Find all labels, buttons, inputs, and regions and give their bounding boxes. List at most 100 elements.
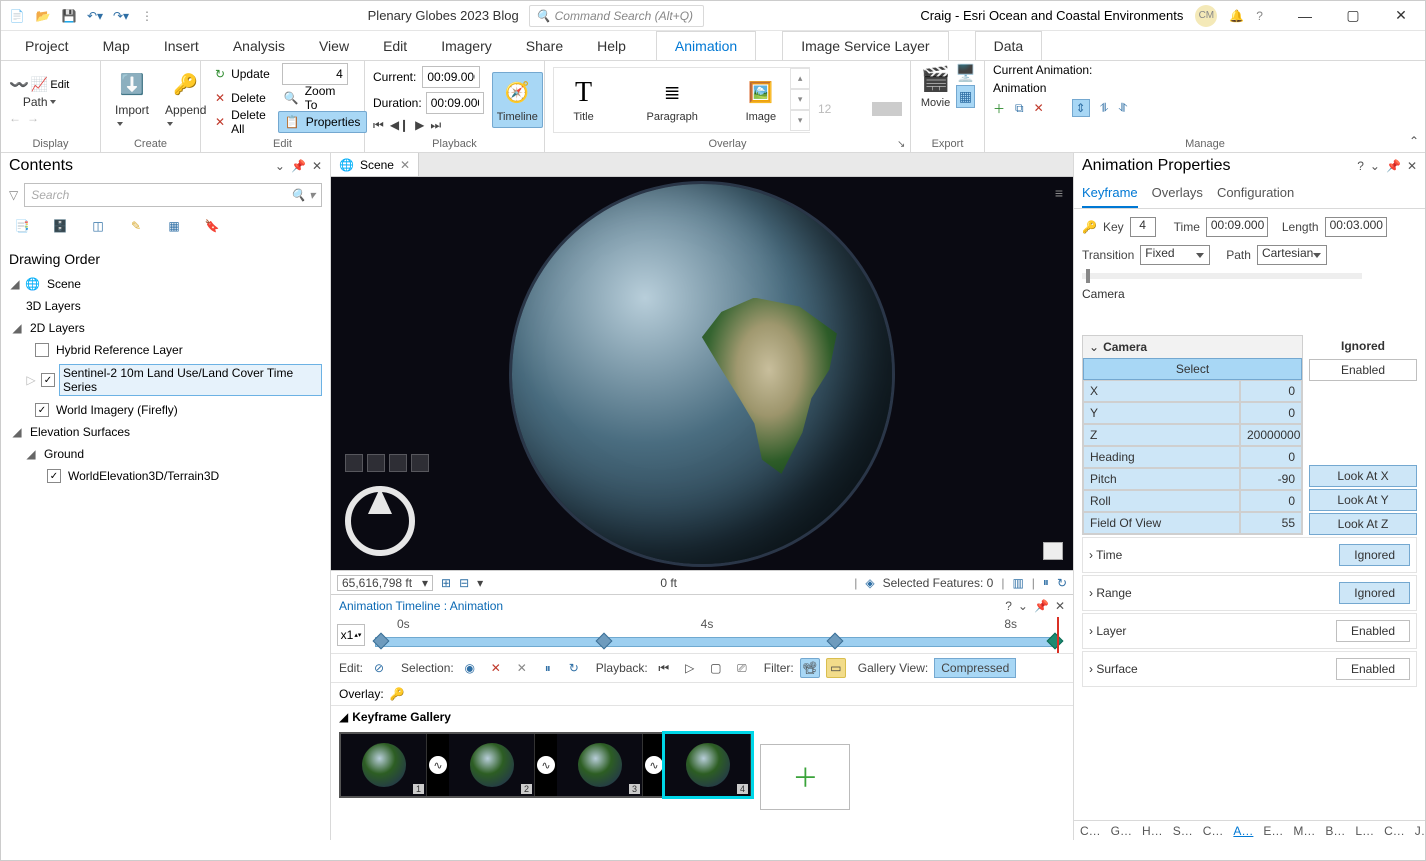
- scene-options-icon[interactable]: ≡: [1055, 185, 1063, 201]
- range-ignored-toggle[interactable]: Ignored: [1339, 582, 1410, 604]
- checkbox[interactable]: [35, 343, 49, 357]
- nav-btn-1[interactable]: [345, 454, 363, 472]
- add-keyframe-button[interactable]: ＋: [760, 744, 850, 810]
- tree-terrain[interactable]: ✓ WorldElevation3D/Terrain3D: [7, 465, 324, 487]
- tl-edit-icon[interactable]: ⊘: [369, 658, 389, 678]
- delete-button[interactable]: ✕ Delete: [209, 87, 272, 109]
- go-start-icon[interactable]: ⏮: [373, 118, 384, 133]
- tl-pin-icon[interactable]: 📌: [1034, 599, 1049, 613]
- pitch-value[interactable]: -90: [1240, 468, 1302, 490]
- path-select[interactable]: Cartesian: [1257, 245, 1327, 265]
- remove-animation-icon[interactable]: ✕: [1034, 101, 1044, 115]
- expander-icon[interactable]: ›: [1089, 662, 1093, 676]
- step-back-icon[interactable]: ◀❙: [390, 118, 409, 133]
- tree-world-imagery-layer[interactable]: ✓ World Imagery (Firefly): [7, 399, 324, 421]
- user-avatar[interactable]: CM: [1195, 5, 1217, 27]
- gallery-expand-icon[interactable]: ▾: [790, 110, 810, 131]
- tl-camera-icon[interactable]: ▢: [706, 658, 726, 678]
- key-value[interactable]: 4: [1130, 217, 1156, 237]
- x-value[interactable]: 0: [1240, 380, 1302, 402]
- minimize-button[interactable]: —: [1287, 4, 1323, 28]
- expander-icon[interactable]: ▷: [25, 373, 37, 387]
- time-ignored-toggle[interactable]: Ignored: [1339, 544, 1410, 566]
- nav-btn-4[interactable]: [411, 454, 429, 472]
- prev-arrow-icon[interactable]: ←: [9, 111, 21, 125]
- tl-filter-keyframes-icon[interactable]: 📽: [800, 658, 820, 678]
- tab-map[interactable]: Map: [99, 32, 134, 60]
- time-section[interactable]: › Time Ignored: [1082, 537, 1417, 573]
- playhead[interactable]: [1057, 617, 1059, 653]
- contents-search-input[interactable]: Search 🔍 ▾: [24, 183, 322, 207]
- tl-help-icon[interactable]: ?: [1005, 599, 1012, 613]
- camera-enabled-toggle[interactable]: Enabled: [1309, 359, 1417, 381]
- tl-filter-overlays-icon[interactable]: ▭: [826, 658, 846, 678]
- list-by-drawing-order-icon[interactable]: 📑: [11, 215, 33, 237]
- tree-2d-layers[interactable]: ◢ 2D Layers: [7, 317, 324, 339]
- y-value[interactable]: 0: [1240, 402, 1302, 424]
- lookat-y[interactable]: Look At Y: [1309, 489, 1417, 511]
- export-preset-2-icon[interactable]: ▦: [956, 85, 976, 108]
- dock-tab[interactable]: E…: [1261, 824, 1285, 838]
- nav-btn-3[interactable]: [389, 454, 407, 472]
- ap-pin-icon[interactable]: 📌: [1386, 159, 1401, 173]
- range-section[interactable]: › Range Ignored: [1082, 575, 1417, 611]
- lookat-z[interactable]: Look At Z: [1309, 513, 1417, 535]
- roll-value[interactable]: 0: [1240, 490, 1302, 512]
- movie-button[interactable]: 🎬 Movie: [920, 63, 952, 109]
- camera-select-button[interactable]: Select: [1083, 358, 1302, 380]
- checkbox[interactable]: ✓: [47, 469, 61, 483]
- ap-close-icon[interactable]: ✕: [1407, 159, 1417, 173]
- tab-configuration[interactable]: Configuration: [1217, 185, 1294, 208]
- overlay-title[interactable]: T Title: [562, 75, 606, 125]
- refresh-icon[interactable]: ↻: [1057, 576, 1067, 590]
- expander-icon[interactable]: ◢: [11, 425, 23, 439]
- timeline-track[interactable]: 0s 4s 8s: [367, 617, 1067, 653]
- transition-3[interactable]: ∿: [643, 734, 665, 796]
- tab-view[interactable]: View: [315, 32, 353, 60]
- tab-animation[interactable]: Animation: [656, 31, 756, 60]
- ribbon-collapse-icon[interactable]: ⌃: [1409, 134, 1419, 148]
- undo-icon[interactable]: ↶▾: [85, 6, 105, 26]
- maximize-button[interactable]: ▢: [1335, 4, 1371, 28]
- expander-icon[interactable]: ◢: [25, 447, 37, 461]
- open-project-icon[interactable]: 📂: [33, 6, 53, 26]
- dock-tab-active[interactable]: A…: [1231, 824, 1255, 838]
- dock-tab[interactable]: C…: [1078, 824, 1103, 838]
- duration-input[interactable]: [426, 92, 484, 114]
- path-icon-2[interactable]: 📈: [31, 76, 48, 93]
- keyframe-number-input[interactable]: [282, 63, 348, 85]
- expander-icon[interactable]: ◢: [9, 277, 21, 291]
- scene-tab[interactable]: 🌐 Scene ✕: [331, 153, 419, 176]
- transition-slider[interactable]: [1082, 273, 1362, 279]
- timeline-button[interactable]: 🧭 Timeline: [492, 72, 543, 128]
- import-button[interactable]: ⬇️ Import: [109, 67, 155, 133]
- new-project-icon[interactable]: 📄: [7, 6, 27, 26]
- tab-help[interactable]: Help: [593, 32, 630, 60]
- compass-icon[interactable]: [345, 486, 415, 556]
- dock-tab[interactable]: H…: [1140, 824, 1165, 838]
- font-color-select[interactable]: [872, 102, 902, 116]
- overlay-image[interactable]: 🖼️ Image: [739, 75, 783, 125]
- overlay-gallery-scroll[interactable]: ▴ ▾ ▾: [790, 67, 810, 133]
- update-button[interactable]: ↻ Update: [209, 63, 276, 85]
- pane-pin-icon[interactable]: 📌: [291, 159, 306, 173]
- dock-tab[interactable]: C…: [1201, 824, 1226, 838]
- keyframe-thumb-1[interactable]: 1: [341, 734, 427, 796]
- tab-edit[interactable]: Edit: [379, 32, 411, 60]
- overlay-key-icon[interactable]: 🔑: [390, 687, 405, 701]
- popup-icon[interactable]: [1043, 542, 1063, 560]
- tab-keyframe[interactable]: Keyframe: [1082, 185, 1138, 208]
- catalog-icon[interactable]: ▥: [1012, 576, 1023, 590]
- tree-ground[interactable]: ◢ Ground: [7, 443, 324, 465]
- tab-share[interactable]: Share: [522, 32, 567, 60]
- ap-help-icon[interactable]: ?: [1357, 159, 1364, 173]
- dock-tab[interactable]: M…: [1291, 824, 1317, 838]
- scene-view[interactable]: ≡: [331, 177, 1073, 570]
- timeline-speed[interactable]: x1▴▾: [337, 624, 365, 646]
- pane-close-icon[interactable]: ✕: [312, 159, 322, 173]
- filter-icon[interactable]: ▽: [9, 188, 18, 202]
- keyframe-thumb-3[interactable]: 3: [557, 734, 643, 796]
- expander-icon[interactable]: ◢: [339, 710, 348, 724]
- dock-tab[interactable]: G…: [1109, 824, 1134, 838]
- current-time-input[interactable]: [422, 66, 480, 88]
